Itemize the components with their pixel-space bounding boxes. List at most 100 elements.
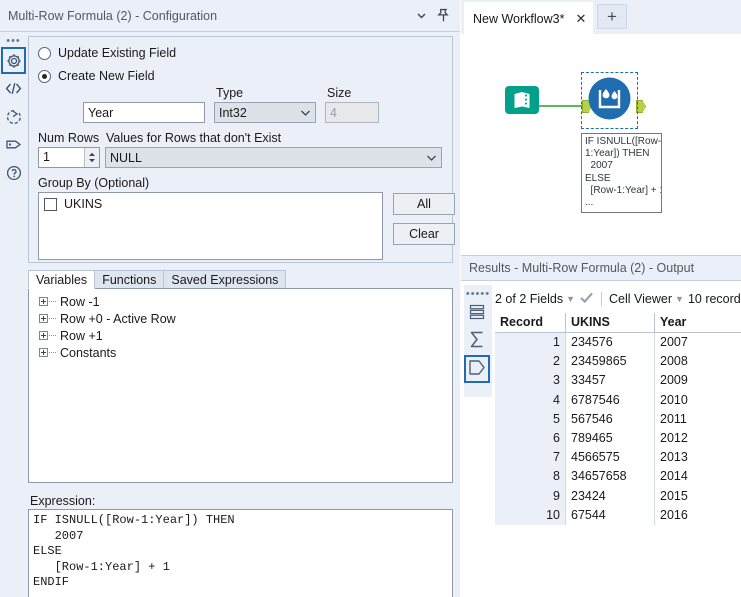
cell-year: 2007 <box>654 333 720 353</box>
tab-saved-expressions[interactable]: Saved Expressions <box>163 270 287 289</box>
rail-item-code-icon[interactable] <box>1 75 26 102</box>
table-row[interactable]: 6 789465 2012 <box>495 428 741 449</box>
tree-node[interactable]: Constants <box>29 344 452 361</box>
workflow-tab[interactable]: New Workflow3* ✕ <box>464 2 594 34</box>
field-name-input[interactable]: Year <box>83 102 205 123</box>
expand-plus-icon[interactable] <box>39 297 48 306</box>
chevron-down-icon[interactable]: ▼ <box>566 294 575 304</box>
values-missing-value: NULL <box>110 150 142 165</box>
table-row[interactable]: 2 23459865 2008 <box>495 352 741 372</box>
tree-node-label: Constants <box>60 345 117 360</box>
clear-selection-button[interactable]: Clear <box>393 223 455 245</box>
rail-item-tag-icon[interactable] <box>1 131 26 158</box>
titlebar-controls <box>415 8 460 23</box>
table-row[interactable]: 3 33457 2009 <box>495 371 741 391</box>
tag-icon <box>5 137 22 152</box>
configuration-body: Update Existing Field Create New Field T… <box>28 36 455 263</box>
rail-item-help-icon[interactable] <box>1 159 26 186</box>
chevron-down-icon[interactable] <box>415 9 428 22</box>
water-droplet-icon <box>588 77 631 120</box>
results-tab-metadata[interactable] <box>464 355 490 383</box>
results-rail-drag-handle[interactable]: ••••• <box>464 285 492 300</box>
tree-node[interactable]: Row -1 <box>29 293 452 310</box>
tree-node[interactable]: Row +1 <box>29 327 452 344</box>
cell-year: 2016 <box>654 505 720 525</box>
sigma-profile-icon <box>468 330 487 352</box>
table-row[interactable]: 9 23424 2015 <box>495 486 741 506</box>
question-circle-icon <box>6 165 22 181</box>
group-by-listbox[interactable]: UKINS <box>38 192 383 260</box>
checkbox[interactable] <box>44 197 57 211</box>
num-rows-label: Num Rows <box>38 131 100 145</box>
connection-line[interactable] <box>537 105 587 107</box>
expand-plus-icon[interactable] <box>39 348 48 357</box>
results-tab-profile[interactable] <box>464 327 490 355</box>
configuration-scrollbar[interactable] <box>455 32 460 597</box>
num-rows-spin-buttons[interactable] <box>84 148 99 167</box>
table-row[interactable]: 8 34657658 2014 <box>495 467 741 487</box>
cell-record: 6 <box>495 428 565 449</box>
workflow-tabbar: New Workflow3* ✕ + <box>461 0 741 34</box>
cell-ukins: 789465 <box>565 428 654 449</box>
table-row[interactable]: 1 234576 2007 <box>495 333 741 353</box>
plus-icon[interactable]: + <box>597 4 627 29</box>
results-toolbar: 2 of 2 Fields ▼ Cell Viewer ▼ 10 record <box>495 288 741 310</box>
fields-selector[interactable]: 2 of 2 Fields <box>495 292 563 306</box>
multi-row-formula-tool[interactable] <box>587 76 632 124</box>
column-header-ukins[interactable]: UKINS <box>565 313 654 332</box>
column-header-year[interactable]: Year <box>654 313 720 332</box>
update-existing-field-radio[interactable] <box>38 46 51 60</box>
variables-tree[interactable]: Row -1 Row +0 - Active Row Row +1 Consta… <box>28 288 453 483</box>
record-count-label: 10 record <box>687 292 741 306</box>
tab-functions[interactable]: Functions <box>94 270 165 289</box>
tab-variables[interactable]: Variables <box>28 270 96 289</box>
cell-year: 2009 <box>654 371 720 391</box>
rail-drag-handle[interactable]: ••• <box>0 32 27 47</box>
cell-record: 8 <box>495 467 565 487</box>
table-row[interactable]: 4 6787546 2010 <box>495 390 741 410</box>
tree-node[interactable]: Row +0 - Active Row <box>29 310 452 327</box>
cell-ukins: 4566575 <box>565 448 654 468</box>
group-by-item-ukins[interactable]: UKINS <box>39 193 382 211</box>
tree-node-label: Row +1 <box>60 328 103 343</box>
cell-viewer-selector[interactable]: Cell Viewer <box>609 292 672 306</box>
chevron-down-icon[interactable]: ▼ <box>675 294 684 304</box>
node-annotation[interactable]: IF ISNULL([Row- 1:Year]) THEN 2007 ELSE … <box>581 133 662 213</box>
check-icon[interactable] <box>579 291 594 307</box>
cell-ukins: 6787546 <box>565 390 654 410</box>
results-icon-rail: ••••• <box>464 285 492 397</box>
pin-icon[interactable] <box>437 8 450 23</box>
update-existing-field-radio-row[interactable]: Update Existing Field <box>38 46 452 60</box>
column-header-record[interactable]: Record <box>495 313 565 332</box>
workflow-tab-label: New Workflow3* <box>473 11 565 26</box>
results-title-text: Results - Multi-Row Formula (2) - Output <box>469 261 695 275</box>
configuration-icon-rail: ••• <box>0 32 27 597</box>
rail-item-arrow-circle-icon[interactable] <box>1 103 26 130</box>
arrow-circle-icon <box>6 109 22 125</box>
select-all-button[interactable]: All <box>393 193 455 215</box>
results-grid[interactable]: Record UKINS Year 1 234576 2007 2 234598… <box>495 313 741 525</box>
table-row[interactable]: 10 67544 2016 <box>495 505 741 525</box>
cell-ukins: 23424 <box>565 486 654 506</box>
create-new-field-radio-row[interactable]: Create New Field <box>38 69 452 83</box>
expand-plus-icon[interactable] <box>39 314 48 323</box>
workflow-canvas[interactable]: IF ISNULL([Row- 1:Year]) THEN 2007 ELSE … <box>461 34 741 255</box>
input-data-tool[interactable] <box>504 82 540 121</box>
create-new-field-radio[interactable] <box>38 69 51 83</box>
cell-record: 1 <box>495 333 565 353</box>
table-row[interactable]: 5 567546 2011 <box>495 409 741 429</box>
rail-item-gear-icon[interactable] <box>1 47 26 74</box>
type-dropdown[interactable]: Int32 <box>214 102 316 123</box>
close-icon[interactable]: ✕ <box>575 12 586 25</box>
pentagon-tag-icon <box>468 359 486 379</box>
data-grid-icon <box>468 303 486 324</box>
variables-tabs-section: Variables Functions Saved Expressions Ro… <box>28 270 453 484</box>
book-icon <box>505 86 539 114</box>
group-by-label: Group By (Optional) <box>38 176 150 190</box>
expand-plus-icon[interactable] <box>39 331 48 340</box>
table-row[interactable]: 7 4566575 2013 <box>495 448 741 468</box>
results-tab-data-grid[interactable] <box>464 299 490 327</box>
expression-editor[interactable]: IF ISNULL([Row-1:Year]) THEN 2007 ELSE [… <box>28 509 453 597</box>
values-missing-dropdown[interactable]: NULL <box>105 147 442 168</box>
num-rows-stepper[interactable]: 1 <box>38 147 100 168</box>
